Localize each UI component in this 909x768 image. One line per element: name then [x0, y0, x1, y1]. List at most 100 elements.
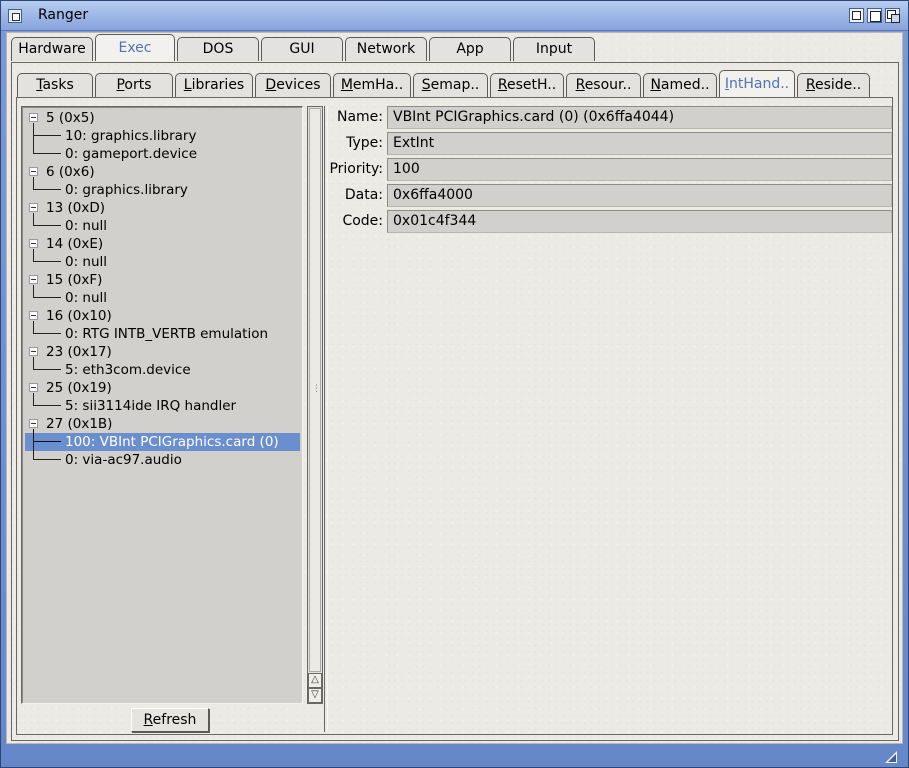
ranger-window: Ranger Hardware Exec DOS GUI Network App Input… — [0, 0, 909, 768]
iconify-icon[interactable] — [849, 8, 864, 23]
tree-item-label: 0: RTG INTB_VERTB emulation — [65, 326, 269, 342]
refresh-button[interactable]: Refresh — [131, 708, 209, 732]
tree-group[interactable]: 15 (0xF) — [25, 271, 300, 289]
sub-tab-memha[interactable]: MemHa.. — [333, 73, 411, 97]
tree-item-label: 10: graphics.library — [65, 128, 197, 144]
sub-tab-named[interactable]: Named.. — [643, 73, 717, 97]
tree-group[interactable]: 13 (0xD) — [25, 199, 300, 217]
tree-item[interactable]: 0: gameport.device — [25, 132, 300, 163]
sub-tab-libraries[interactable]: Libraries — [175, 73, 253, 97]
collapse-icon[interactable] — [29, 203, 38, 212]
tree-item[interactable]: 100: VBInt PCIGraphics.card (0) — [25, 429, 300, 451]
detail-label: Type: — [346, 135, 383, 151]
window-title: Ranger — [38, 7, 89, 23]
tree-group[interactable]: 25 (0x19) — [25, 379, 300, 397]
collapse-icon[interactable] — [29, 347, 38, 356]
detail-row-code: Code: 0x01c4f344 — [327, 210, 893, 234]
detail-label: Name: — [336, 109, 383, 125]
tab-label-rest: ibraries — [191, 77, 245, 93]
tree-branch-line — [33, 393, 61, 406]
tab-exec[interactable]: Exec — [95, 34, 175, 61]
detail-value: 0x6ffa4000 — [387, 184, 892, 207]
tree-item[interactable]: 0: null — [25, 285, 300, 307]
title-bar[interactable]: Ranger — [1, 1, 908, 31]
tab-network[interactable]: Network — [345, 37, 427, 61]
tree-group[interactable]: 23 (0x17) — [25, 343, 300, 361]
resize-icon[interactable] — [885, 751, 897, 763]
sub-tab-inthand[interactable]: IntHand.. — [719, 70, 795, 97]
tab-app[interactable]: App — [429, 37, 511, 61]
detail-value: VBInt PCIGraphics.card (0) (0x6ffa4044) — [387, 106, 892, 129]
collapse-icon[interactable] — [29, 275, 38, 284]
exec-sub-tab-bar: Tasks Ports Libraries Devices MemHa.. Semap..… — [17, 70, 872, 97]
tree-group[interactable]: 16 (0x10) — [25, 307, 300, 325]
zoom-icon[interactable] — [867, 8, 882, 23]
collapse-icon[interactable] — [29, 419, 38, 428]
tab-input[interactable]: Input — [513, 37, 595, 61]
tab-shortcut-letter: R — [575, 77, 585, 93]
collapse-icon[interactable] — [29, 311, 38, 320]
sub-tab-reside[interactable]: Reside.. — [797, 73, 870, 97]
tab-label-rest: amed.. — [660, 77, 710, 93]
tab-gui[interactable]: GUI — [261, 37, 343, 61]
tab-dos[interactable]: DOS — [177, 37, 259, 61]
tree-group[interactable]: 5 (0x5) — [25, 109, 300, 127]
tree-group[interactable]: 6 (0x6) — [25, 163, 300, 181]
scroll-down-icon[interactable]: ▽ — [308, 688, 322, 703]
collapse-icon[interactable] — [29, 383, 38, 392]
detail-row-data: Data: 0x6ffa4000 — [327, 184, 893, 208]
tree-item-label: 0: null — [65, 218, 108, 234]
tree-group[interactable]: 27 (0x1B) — [25, 415, 300, 433]
depth-icon[interactable] — [885, 8, 900, 23]
scroll-up-icon[interactable]: △ — [308, 673, 322, 688]
tab-label-rest: emap.. — [430, 77, 480, 93]
tab-shortcut-letter: N — [650, 77, 661, 93]
tree-branch-line — [33, 357, 61, 370]
splitter-grip-icon[interactable]: ⋮ — [312, 384, 321, 394]
tab-hardware[interactable]: Hardware — [11, 37, 93, 61]
detail-label: Code: — [342, 213, 383, 229]
status-bar — [6, 745, 903, 765]
tree-item-label: 0: graphics.library — [65, 182, 188, 198]
refresh-shortcut-letter: R — [143, 712, 153, 728]
detail-label: Priority: — [329, 161, 383, 177]
tree-item-label: 5: eth3com.device — [65, 362, 191, 378]
tree-branch-line — [33, 321, 61, 334]
detail-row-type: Type: ExtInt — [327, 132, 893, 156]
tree-item[interactable]: 10: graphics.library — [25, 123, 300, 145]
tab-shortcut-letter: S — [421, 77, 431, 93]
tree-scrollbar[interactable]: △ ▽ — [307, 106, 323, 704]
sub-tab-tasks[interactable]: Tasks — [17, 73, 93, 97]
tree-group[interactable]: 14 (0xE) — [25, 235, 300, 253]
tree-item[interactable]: 0: RTG INTB_VERTB emulation — [25, 321, 300, 343]
tree-item[interactable]: 0: graphics.library — [25, 177, 300, 199]
tree-item[interactable]: 5: eth3com.device — [25, 357, 300, 379]
sub-tab-semap[interactable]: Semap.. — [413, 73, 488, 97]
main-tab-bar: Hardware Exec DOS GUI Network App Input — [11, 34, 597, 61]
window-gadgets — [849, 8, 900, 23]
tree-branch-line — [33, 177, 61, 190]
detail-row-name: Name: VBInt PCIGraphics.card (0) (0x6ffa4… — [327, 106, 893, 130]
sub-tab-ports[interactable]: Ports — [95, 73, 173, 97]
collapse-icon[interactable] — [29, 113, 38, 122]
collapse-icon[interactable] — [29, 167, 38, 176]
tree-item[interactable]: 0: null — [25, 213, 300, 235]
detail-value: 100 — [387, 158, 892, 181]
tab-shortcut-letter: D — [265, 77, 277, 93]
tree-item[interactable]: 0: null — [25, 249, 300, 271]
collapse-icon[interactable] — [29, 239, 38, 248]
tree-item-label: 0: gameport.device — [65, 146, 198, 162]
tree-item[interactable]: 5: sii3114ide IRQ handler — [25, 393, 300, 415]
tree-branch-line — [33, 438, 61, 460]
tab-label-rest: esour.. — [584, 77, 632, 93]
tree-item-label: 0: null — [65, 290, 108, 306]
interrupt-tree[interactable]: 5 (0x5) 10: graphics.library 0: gameport.d… — [21, 106, 303, 704]
detail-label: Data: — [344, 187, 383, 203]
detail-value: 0x01c4f344 — [387, 210, 892, 233]
close-icon[interactable] — [8, 9, 22, 23]
sub-tab-devices[interactable]: Devices — [255, 73, 331, 97]
tree-item[interactable]: 0: via-ac97.audio — [25, 438, 300, 469]
sub-tab-reseth[interactable]: ResetH.. — [490, 73, 564, 97]
tree-branch-line — [33, 132, 61, 154]
sub-tab-resour[interactable]: Resour.. — [566, 73, 641, 97]
